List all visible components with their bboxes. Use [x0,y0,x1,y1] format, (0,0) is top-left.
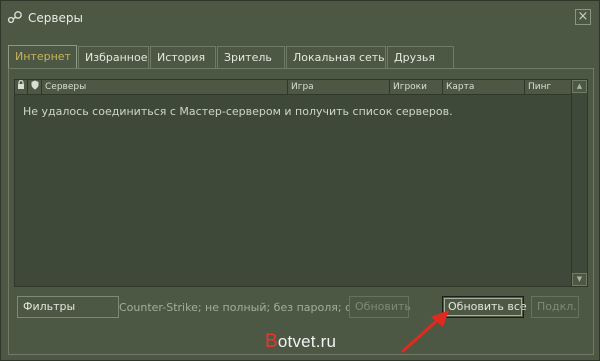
close-button[interactable]: × [575,9,591,25]
column-header-ping[interactable]: Пинг [525,80,573,94]
scroll-up-button[interactable]: ▲ [572,80,587,93]
vertical-scrollbar[interactable]: ▲ ▼ [571,80,587,286]
steam-icon [7,11,22,24]
column-header-map[interactable]: Карта [443,80,525,94]
tab-spectate[interactable]: Зритель [217,46,285,68]
window-title: Серверы [28,11,83,25]
title-bar[interactable]: Серверы × [1,1,599,35]
bottom-toolbar: Фильтры Counter-Strike; не полный; без п… [9,291,595,321]
watermark-text: Botvet.ru [265,331,336,353]
filters-button[interactable]: Фильтры [17,296,119,318]
column-header-secure[interactable] [28,80,42,94]
column-header-players[interactable]: Игроки [390,80,443,94]
connect-button[interactable]: Подкл. [531,296,579,318]
tab-friends[interactable]: Друзья [387,46,454,68]
tab-internet[interactable]: Интернет [8,45,77,69]
watermark-rest: otvet.ru [277,332,337,351]
shield-icon [31,80,39,90]
arrow-up-icon: ▲ [576,82,583,90]
tab-favorites[interactable]: Избранное [78,46,149,68]
watermark-first-letter: B [265,331,278,352]
tab-history[interactable]: История [150,46,216,68]
scroll-down-button[interactable]: ▼ [572,273,587,286]
red-arrow-annotation [401,310,449,353]
column-header-password[interactable] [15,80,28,94]
tab-lan[interactable]: Локальная сеть [286,46,386,68]
arrow-down-icon: ▼ [576,275,583,283]
column-header-game[interactable]: Игра [288,80,390,94]
lock-icon [18,80,24,89]
tab-panel: Серверы Игра Игроки Карта Пинг Не удалос… [8,68,594,355]
filter-summary: Counter-Strike; не полный; без пароля; d… [119,301,363,314]
empty-list-message: Не удалось соединиться с Мастер-сервером… [23,105,453,118]
column-header-row: Серверы Игра Игроки Карта Пинг [15,80,573,95]
column-header-servers[interactable]: Серверы [42,80,288,94]
server-list[interactable]: Серверы Игра Игроки Карта Пинг Не удалос… [14,79,588,287]
servers-window: Серверы × Интернет Избранное История Зри… [0,0,600,361]
close-icon: × [577,9,589,24]
